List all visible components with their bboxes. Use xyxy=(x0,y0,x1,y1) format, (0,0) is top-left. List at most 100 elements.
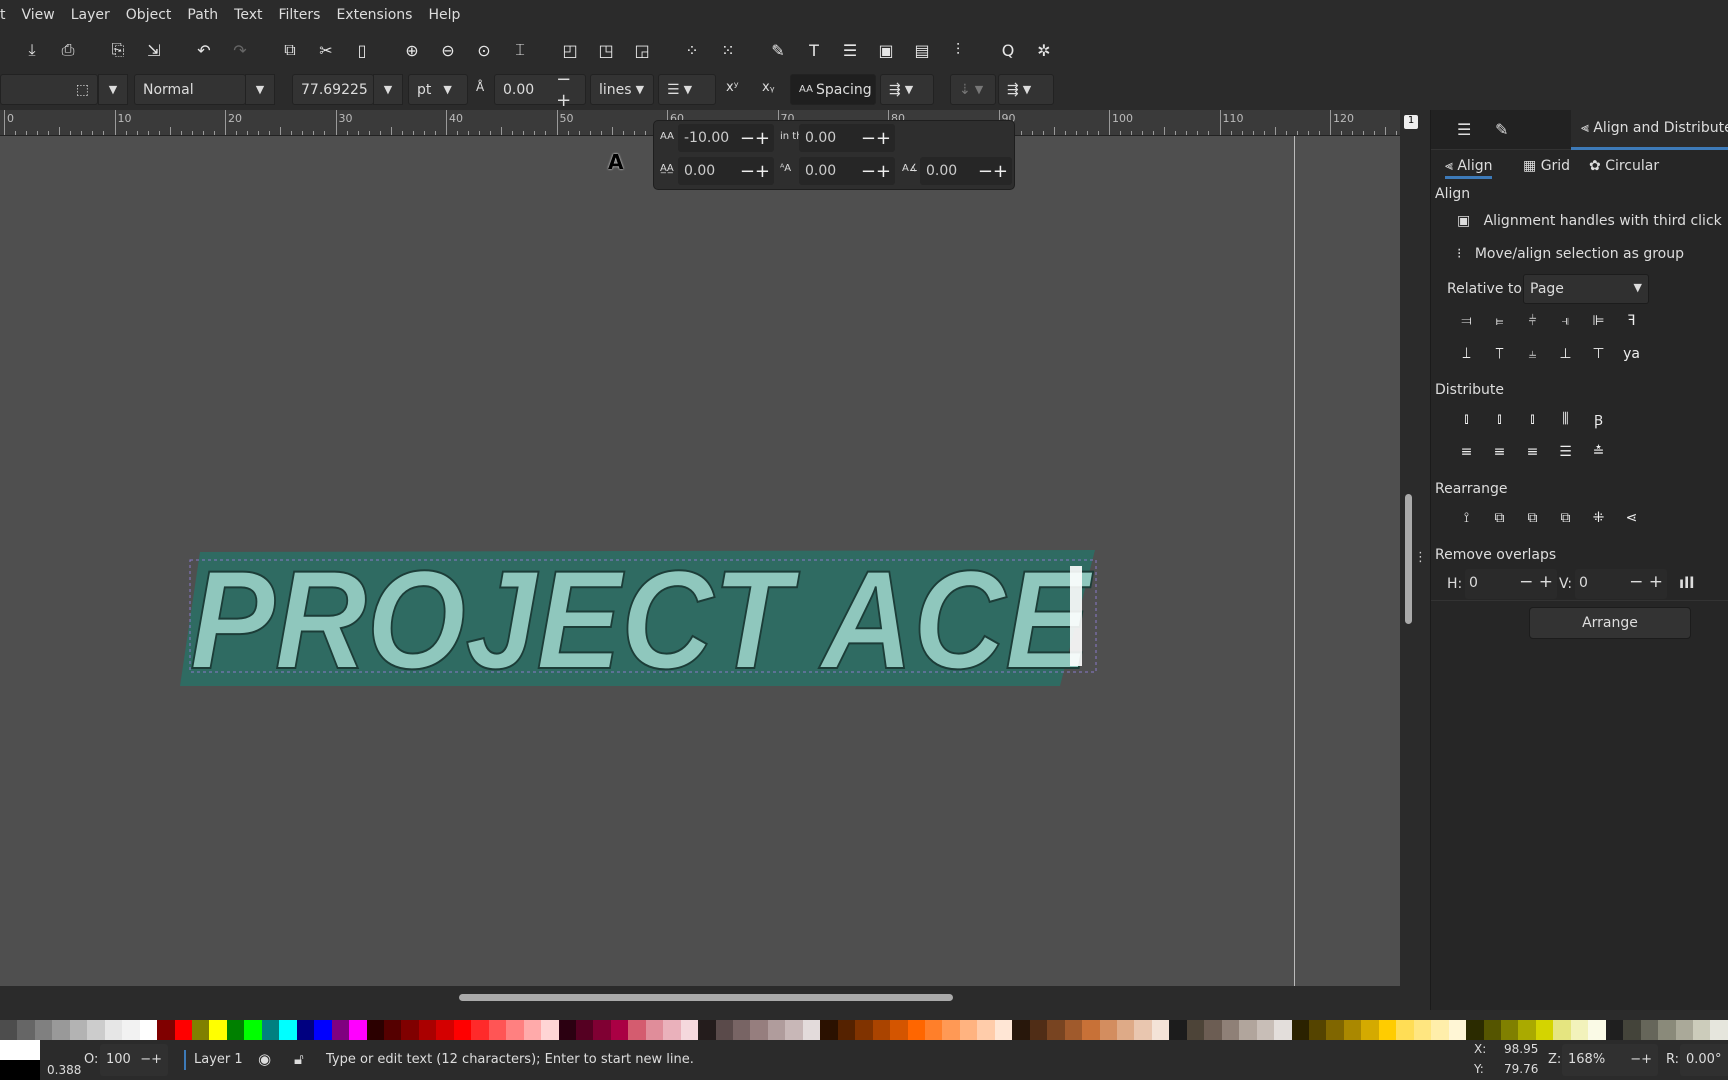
palette-swatch[interactable] xyxy=(436,1020,454,1040)
palette-swatch[interactable] xyxy=(296,1020,315,1040)
palette-swatch[interactable] xyxy=(994,1020,1013,1040)
paste-icon[interactable]: ▯ xyxy=(344,41,380,60)
font-style-select[interactable]: Normal xyxy=(134,74,246,105)
center-horizontal-icon[interactable]: ⫨ xyxy=(1523,346,1542,362)
superscript-icon[interactable]: xʸ xyxy=(726,80,739,95)
palette-swatch[interactable] xyxy=(767,1020,786,1040)
opacity-input[interactable]: 100 −+ xyxy=(100,1044,168,1076)
group-icon[interactable]: ◲ xyxy=(624,41,660,60)
align-bottom-to-top-icon[interactable]: ⟘ xyxy=(1457,346,1476,362)
align-icon[interactable]: ⫶ xyxy=(940,40,976,60)
eye-icon[interactable]: ◉ xyxy=(258,1050,271,1068)
palette-swatch[interactable] xyxy=(244,1020,262,1040)
palette-swatch[interactable] xyxy=(1605,1020,1624,1040)
horizontal-scrollbar-thumb[interactable] xyxy=(459,994,953,1001)
palette-swatch[interactable] xyxy=(1448,1020,1467,1040)
palette-swatch[interactable] xyxy=(802,1020,821,1040)
vertical-scrollbar-thumb[interactable] xyxy=(1405,494,1412,624)
palette-swatch[interactable] xyxy=(1640,1020,1659,1040)
distribute-gaps-h-icon[interactable]: ⫼ xyxy=(1556,411,1575,430)
palette-swatch[interactable] xyxy=(715,1020,734,1040)
palette-swatch[interactable] xyxy=(191,1020,210,1040)
arrange-button[interactable]: Arrange xyxy=(1529,607,1691,639)
palette-swatch[interactable] xyxy=(1117,1020,1135,1040)
align-bottom-icon[interactable]: ⊥ xyxy=(1556,346,1575,362)
palette-swatch[interactable] xyxy=(1396,1020,1414,1040)
palette-swatch[interactable] xyxy=(69,1020,88,1040)
distribute-left-icon[interactable]: ⫾ xyxy=(1457,411,1476,430)
palette-swatch[interactable] xyxy=(942,1020,960,1040)
stroke-indicator[interactable] xyxy=(0,1060,40,1080)
align-right-to-left-icon[interactable]: ⫤ xyxy=(1457,313,1476,329)
palette-swatch[interactable] xyxy=(645,1020,664,1040)
subtab-grid[interactable]: ▦ Grid xyxy=(1523,158,1570,174)
export-icon[interactable]: ⇲ xyxy=(136,41,172,60)
print-icon[interactable]: ⎙ xyxy=(50,40,86,60)
palette-swatch[interactable] xyxy=(1239,1020,1257,1040)
palette-swatch[interactable] xyxy=(820,1020,838,1040)
font-size-dropdown[interactable]: ▼ xyxy=(373,74,403,105)
palette-swatch[interactable] xyxy=(1204,1020,1222,1040)
palette-swatch[interactable] xyxy=(1588,1020,1606,1040)
palette-swatch[interactable] xyxy=(1658,1020,1676,1040)
line-spacing-input[interactable]: 0.00 −+ xyxy=(494,69,586,111)
char-rotation-stepper[interactable]: −+ xyxy=(978,161,1008,182)
palette-swatch[interactable] xyxy=(122,1020,140,1040)
baseline-shift-input[interactable]: 0.00 −+ xyxy=(799,157,895,185)
distribute-bottom-icon[interactable]: ≡ xyxy=(1523,444,1542,460)
align-baselines-icon[interactable]: ya xyxy=(1622,346,1641,362)
fill-stroke-tab-icon[interactable]: ✎ xyxy=(1495,120,1508,139)
align-baseline-text-icon[interactable]: ꟻ xyxy=(1622,313,1641,329)
layers-tab-icon[interactable]: ☰ xyxy=(1457,120,1471,139)
text-object[interactable]: PROJECT ACE xyxy=(170,536,1120,696)
h-gap-input[interactable]: 0− + xyxy=(1465,569,1557,599)
palette-swatch[interactable] xyxy=(1518,1020,1536,1040)
subscript-icon[interactable]: xᵧ xyxy=(762,80,775,95)
palette-swatch[interactable] xyxy=(1047,1020,1065,1040)
exchange-positions-icon[interactable]: ⧉ xyxy=(1490,510,1509,526)
menu-filters[interactable]: Filters xyxy=(278,7,320,23)
palette-swatch[interactable] xyxy=(0,1020,18,1040)
text-align-select[interactable]: ☰ ▼ xyxy=(658,74,716,105)
palette-swatch[interactable] xyxy=(1064,1020,1083,1040)
palette-swatch[interactable] xyxy=(575,1020,594,1040)
palette-swatch[interactable] xyxy=(87,1020,105,1040)
exchange-clockwise-icon[interactable]: ⧉ xyxy=(1556,510,1575,526)
zoom-page-icon[interactable]: ⊙ xyxy=(466,41,502,60)
palette-swatch[interactable] xyxy=(226,1020,245,1040)
palette-swatch[interactable] xyxy=(977,1020,995,1040)
palette-swatch[interactable] xyxy=(488,1020,507,1040)
distribute-gaps-v-icon[interactable]: ☰ xyxy=(1556,444,1575,460)
palette-swatch[interactable] xyxy=(366,1020,384,1040)
undo-icon[interactable]: ↶ xyxy=(186,41,222,60)
palette-swatch[interactable] xyxy=(1535,1020,1554,1040)
copy-icon[interactable]: ⧉ xyxy=(272,40,308,60)
layers-icon[interactable]: ☰ xyxy=(832,41,868,60)
palette-swatch[interactable] xyxy=(1570,1020,1589,1040)
palette-swatch[interactable] xyxy=(785,1020,803,1040)
zoom-drawing-icon[interactable]: ⊖ xyxy=(430,41,466,60)
align-top-icon[interactable]: ⟙ xyxy=(1490,346,1509,362)
tab-align-distribute[interactable]: ⫷ Align and Distribute xyxy=(1571,110,1728,150)
palette-swatch[interactable] xyxy=(1553,1020,1571,1040)
distribute-baseline-v-icon[interactable]: ≛ xyxy=(1589,444,1608,460)
word-spacing-input[interactable]: 0.00 −+ xyxy=(799,124,895,152)
subtab-align[interactable]: ⫷ Align xyxy=(1445,158,1493,179)
v-gap-input[interactable]: 0− + xyxy=(1575,569,1667,599)
palette-swatch[interactable] xyxy=(1413,1020,1432,1040)
palette-swatch[interactable] xyxy=(1221,1020,1240,1040)
kerning-input[interactable]: 0.00 −+ xyxy=(678,157,774,185)
current-layer[interactable]: Layer 1 xyxy=(194,1052,243,1067)
palette-swatch[interactable] xyxy=(506,1020,524,1040)
palette-swatch[interactable] xyxy=(1256,1020,1275,1040)
palette-swatch[interactable] xyxy=(523,1020,542,1040)
palette-swatch[interactable] xyxy=(471,1020,489,1040)
project-ace-text[interactable]: PROJECT ACE xyxy=(189,540,1094,696)
ungroup-icon[interactable]: ⁙ xyxy=(710,41,746,60)
palette-swatch[interactable] xyxy=(174,1020,192,1040)
char-rotation-input[interactable]: 0.00 −+ xyxy=(920,157,1012,185)
raise-icon[interactable]: ◰ xyxy=(552,41,588,60)
menu-layer[interactable]: Layer xyxy=(71,7,110,23)
palette-swatch[interactable] xyxy=(1623,1020,1641,1040)
palette-swatch[interactable] xyxy=(349,1020,367,1040)
